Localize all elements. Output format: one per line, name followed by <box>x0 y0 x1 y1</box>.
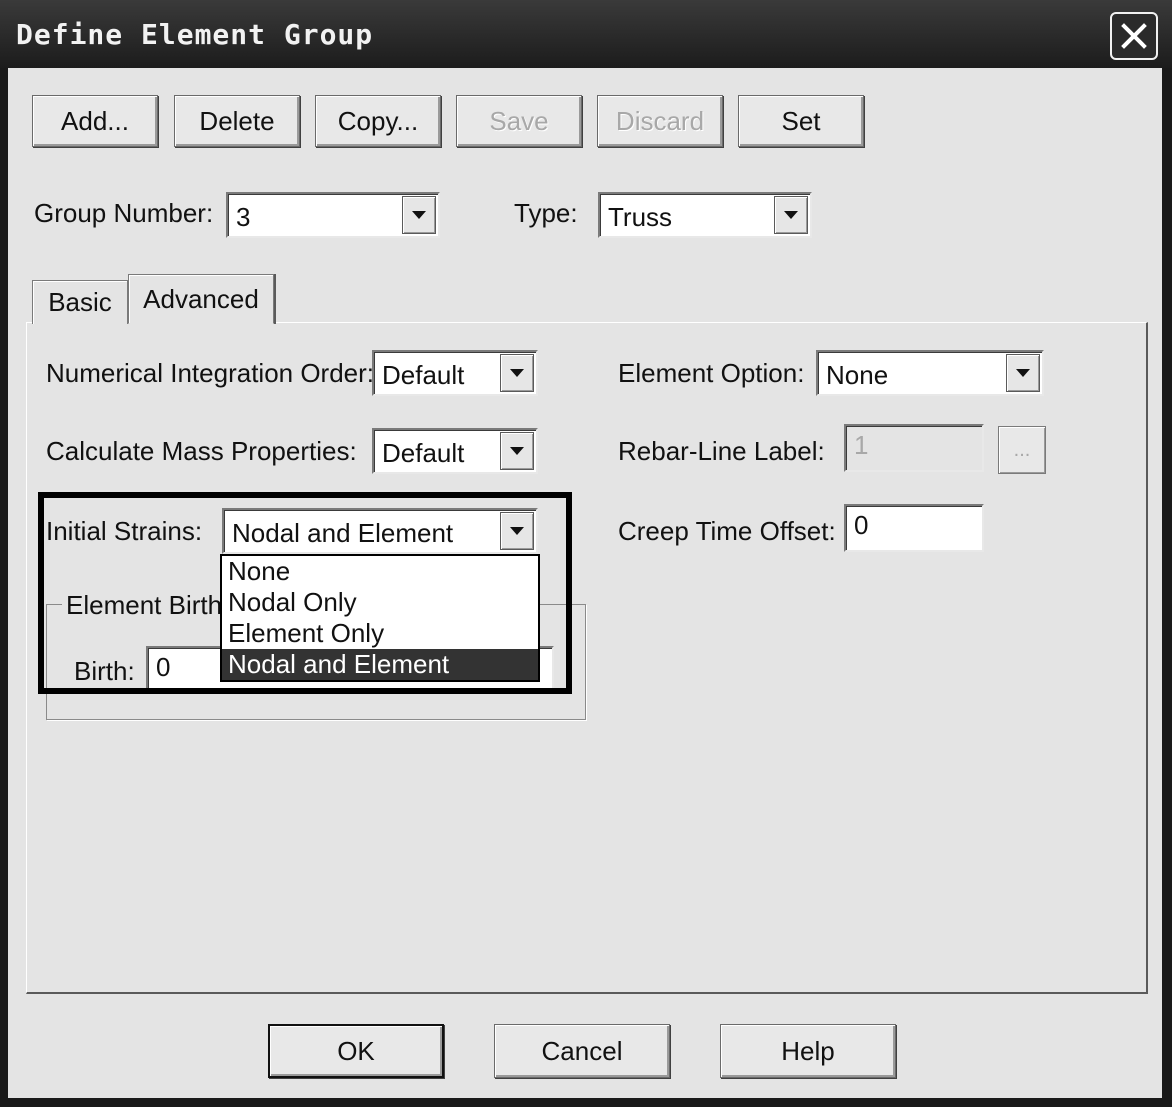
ok-button[interactable]: OK <box>268 1024 444 1078</box>
type-combo[interactable]: Truss <box>598 192 812 238</box>
delete-button[interactable]: Delete <box>174 95 300 147</box>
group-number-value: 3 <box>236 202 251 232</box>
chevron-down-icon <box>784 211 798 219</box>
type-value: Truss <box>608 202 673 232</box>
rebar-line-label: Rebar-Line Label: <box>618 436 825 466</box>
close-icon <box>1121 23 1147 49</box>
discard-button[interactable]: Discard <box>597 95 723 147</box>
initial-strains-value: Nodal and Element <box>232 518 454 548</box>
rebar-line-field[interactable]: 1 <box>844 424 984 472</box>
window-title: Define Element Group <box>16 18 374 51</box>
mass-properties-label: Calculate Mass Properties: <box>46 436 357 466</box>
chevron-down-icon <box>510 447 524 455</box>
creep-time-offset-field[interactable]: 0 <box>844 504 984 552</box>
integration-order-value: Default <box>382 360 465 390</box>
add-button[interactable]: Add... <box>32 95 158 147</box>
type-label: Type: <box>514 198 578 228</box>
integration-order-combo[interactable]: Default <box>372 350 538 396</box>
element-option-label: Element Option: <box>618 358 805 388</box>
integration-order-dropdown-button[interactable] <box>500 354 534 392</box>
group-number-label: Group Number: <box>34 198 214 228</box>
set-button[interactable]: Set <box>738 95 864 147</box>
integration-order-label: Numerical Integration Order: <box>46 358 375 388</box>
close-button[interactable] <box>1110 12 1158 60</box>
birth-label: Birth: <box>74 656 135 686</box>
initial-strains-combo[interactable]: Nodal and Element <box>222 508 538 554</box>
save-button[interactable]: Save <box>456 95 582 147</box>
chevron-down-icon <box>1016 369 1030 377</box>
chevron-down-icon <box>510 527 524 535</box>
element-option-dropdown-button[interactable] <box>1006 354 1040 392</box>
type-dropdown-button[interactable] <box>774 196 808 234</box>
initial-strains-dropdown-button[interactable] <box>500 512 534 550</box>
creep-time-offset-label: Creep Time Offset: <box>618 516 836 546</box>
group-number-dropdown-button[interactable] <box>402 196 436 234</box>
mass-properties-value: Default <box>382 438 465 468</box>
dropdown-option-none[interactable]: None <box>222 556 538 587</box>
element-option-value: None <box>826 360 889 390</box>
chevron-down-icon <box>510 369 524 377</box>
initial-strains-label: Initial Strains: <box>46 516 203 546</box>
element-option-combo[interactable]: None <box>816 350 1044 396</box>
dialog-client-area: Add... Delete Copy... Save Discard Set G… <box>8 68 1162 1098</box>
copy-button[interactable]: Copy... <box>315 95 441 147</box>
dropdown-option-nodal-only[interactable]: Nodal Only <box>222 587 538 618</box>
group-number-combo[interactable]: 3 <box>226 192 440 238</box>
tab-advanced[interactable]: Advanced <box>128 274 274 324</box>
dialog-window: Define Element Group Add... Delete Copy.… <box>0 0 1172 1107</box>
cancel-button[interactable]: Cancel <box>494 1024 670 1078</box>
dropdown-option-nodal-and-element[interactable]: Nodal and Element <box>222 649 538 680</box>
help-button[interactable]: Help <box>720 1024 896 1078</box>
mass-properties-combo[interactable]: Default <box>372 428 538 474</box>
initial-strains-dropdown-list: None Nodal Only Element Only Nodal and E… <box>220 554 540 682</box>
mass-properties-dropdown-button[interactable] <box>500 432 534 470</box>
dropdown-option-element-only[interactable]: Element Only <box>222 618 538 649</box>
chevron-down-icon <box>412 211 426 219</box>
tab-basic[interactable]: Basic <box>32 280 128 324</box>
rebar-browse-button[interactable]: ... <box>998 426 1046 474</box>
element-birth-legend: Element Birth/ <box>62 590 234 621</box>
title-bar[interactable]: Define Element Group <box>0 0 1172 68</box>
